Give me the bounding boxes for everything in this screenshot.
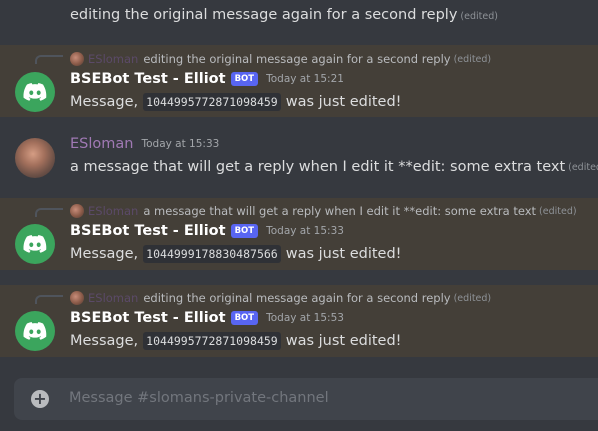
reply-author[interactable]: ESloman [88,204,138,218]
message-text: was just edited! [285,246,402,262]
plus-circle-icon[interactable]: + [31,390,49,408]
message-text: Message, [70,333,139,349]
message-text: a message that will get a reply when I e… [70,159,566,175]
edited-label: (edited) [453,292,492,304]
reply-author[interactable]: ESloman [88,52,138,66]
timestamp[interactable]: Today at 15:21 [266,73,344,85]
reply-text[interactable]: editing the original message again for a… [143,291,450,305]
reply-text[interactable]: editing the original message again for a… [143,52,450,66]
bot-avatar[interactable] [15,224,55,264]
reply-spine [35,208,63,217]
edited-label: (edited) [453,53,492,65]
user-avatar[interactable] [15,138,55,178]
reply-reference[interactable]: ESloman a message that will get a reply … [70,201,577,221]
message-header: BSEBot Test - Elliot BOT Today at 15:21 [70,71,344,87]
reply-author[interactable]: ESloman [88,291,138,305]
inline-code: 1044995772871098459 [143,332,281,350]
reply-reference[interactable]: ESloman editing the original message aga… [70,49,491,69]
edited-label: (edited) [460,11,498,22]
message-content: Message, 1044995772871098459 was just ed… [70,93,402,111]
message-text: was just edited! [285,94,402,110]
author-name[interactable]: ESloman [70,136,133,152]
message-content: Message, 1044995772871098459 was just ed… [70,332,402,350]
bot-avatar[interactable] [15,311,55,351]
author-name[interactable]: BSEBot Test - Elliot [70,223,226,239]
reply-text[interactable]: a message that will get a reply when I e… [143,204,536,218]
message-group[interactable]: ESloman Today at 15:33 a message that wi… [0,130,598,188]
discord-logo-icon [23,83,47,101]
message-content: editing the original message again for a… [70,7,498,23]
timestamp[interactable]: Today at 15:53 [266,312,344,324]
reply-avatar [70,204,84,218]
message-text: Message, [70,94,139,110]
reply-reference[interactable]: ESloman editing the original message aga… [70,288,491,308]
message-content: Message, 1044999178830487566 was just ed… [70,245,402,263]
timestamp[interactable]: Today at 15:33 [266,225,344,237]
message-group[interactable]: ESloman editing the original message aga… [0,285,598,357]
bot-tag: BOT [230,224,259,238]
discord-logo-icon [23,322,47,340]
message-text: Message, [70,246,139,262]
reply-avatar [70,52,84,66]
author-name[interactable]: BSEBot Test - Elliot [70,71,226,87]
edited-label: (edited) [568,161,598,173]
discord-logo-icon [23,235,47,253]
bot-tag: BOT [230,311,259,325]
message-input[interactable]: Message #slomans-private-channel [69,390,329,406]
message-header: BSEBot Test - Elliot BOT Today at 15:53 [70,310,344,326]
timestamp[interactable]: Today at 15:33 [141,138,219,150]
reply-spine [35,55,63,64]
bot-avatar[interactable] [15,72,55,112]
author-name[interactable]: BSEBot Test - Elliot [70,310,226,326]
message-group[interactable]: ESloman a message that will get a reply … [0,198,598,270]
message-group[interactable]: ESloman editing the original message aga… [0,45,598,117]
message-text: was just edited! [285,333,402,349]
message-header: BSEBot Test - Elliot BOT Today at 15:33 [70,223,344,239]
bot-tag: BOT [230,72,259,86]
message-composer[interactable]: + Message #slomans-private-channel [14,378,598,420]
inline-code: 1044999178830487566 [143,245,281,263]
message-header: ESloman Today at 15:33 [70,136,219,152]
reply-avatar [70,291,84,305]
edited-label: (edited) [539,205,577,217]
message-list: editing the original message again for a… [0,0,598,372]
message-text: editing the original message again for a… [70,7,458,23]
reply-spine [35,295,63,304]
message-content: a message that will get a reply when I e… [70,159,598,175]
inline-code: 1044995772871098459 [143,93,281,111]
